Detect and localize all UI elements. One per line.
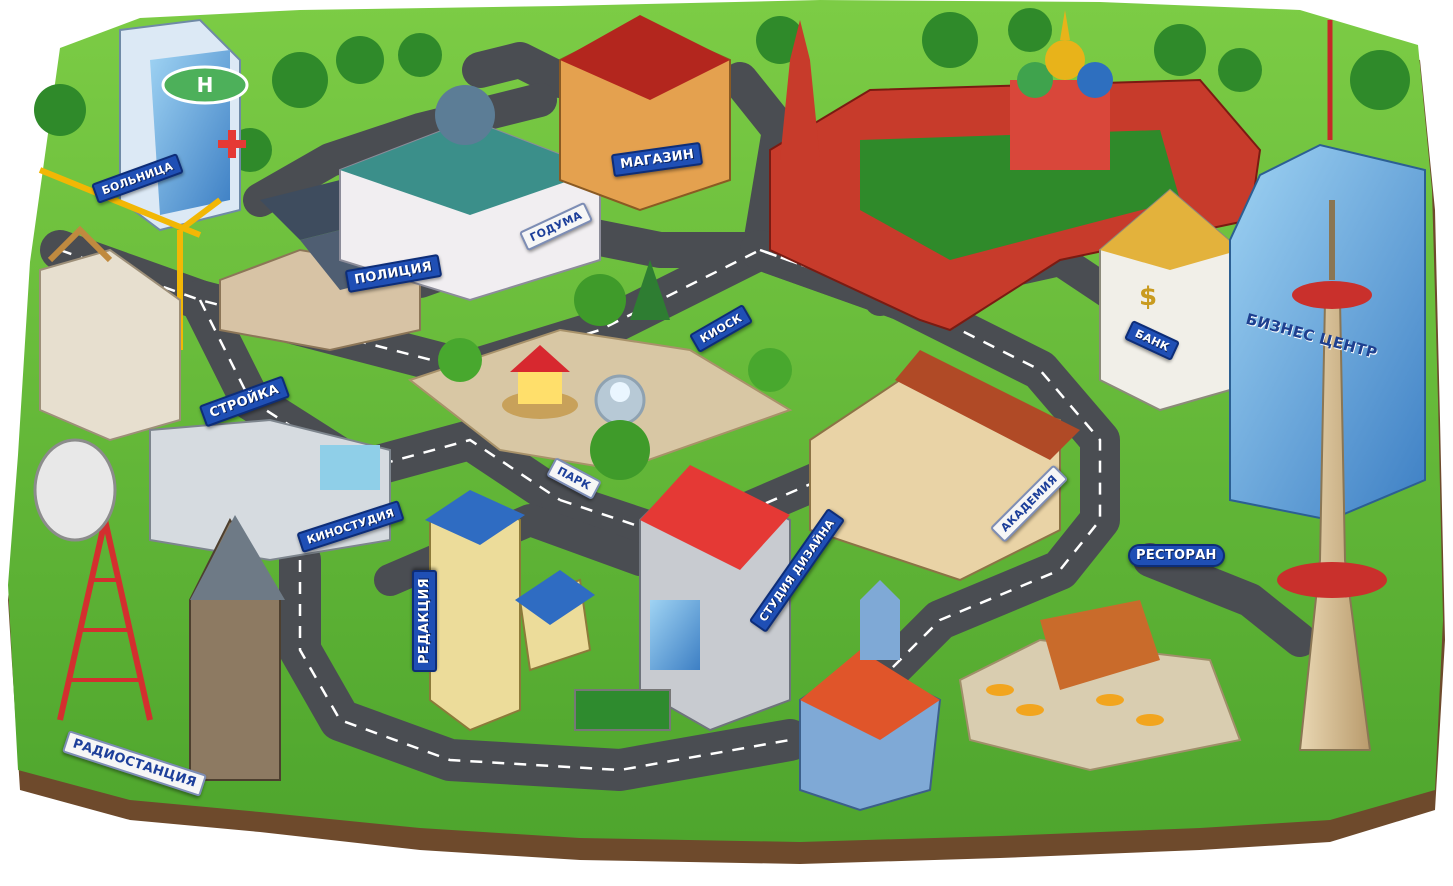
- hospital[interactable]: H: [119, 18, 249, 232]
- flower-bed: [574, 689, 671, 731]
- map-canvas: H $: [8, 0, 1445, 864]
- city-map: H $ БОЛЬНИЦА МАГАЗИН ГОДУМА ПОЛИЦИЯ СТРО…: [0, 0, 1453, 886]
- restaurant-sign[interactable]: РЕСТОРАН: [1128, 544, 1225, 567]
- editorial-sign[interactable]: РЕДАКЦИЯ: [412, 570, 437, 673]
- dollar-icon: $: [1139, 282, 1157, 312]
- svg-text:H: H: [197, 73, 214, 97]
- film-studio[interactable]: [149, 418, 391, 562]
